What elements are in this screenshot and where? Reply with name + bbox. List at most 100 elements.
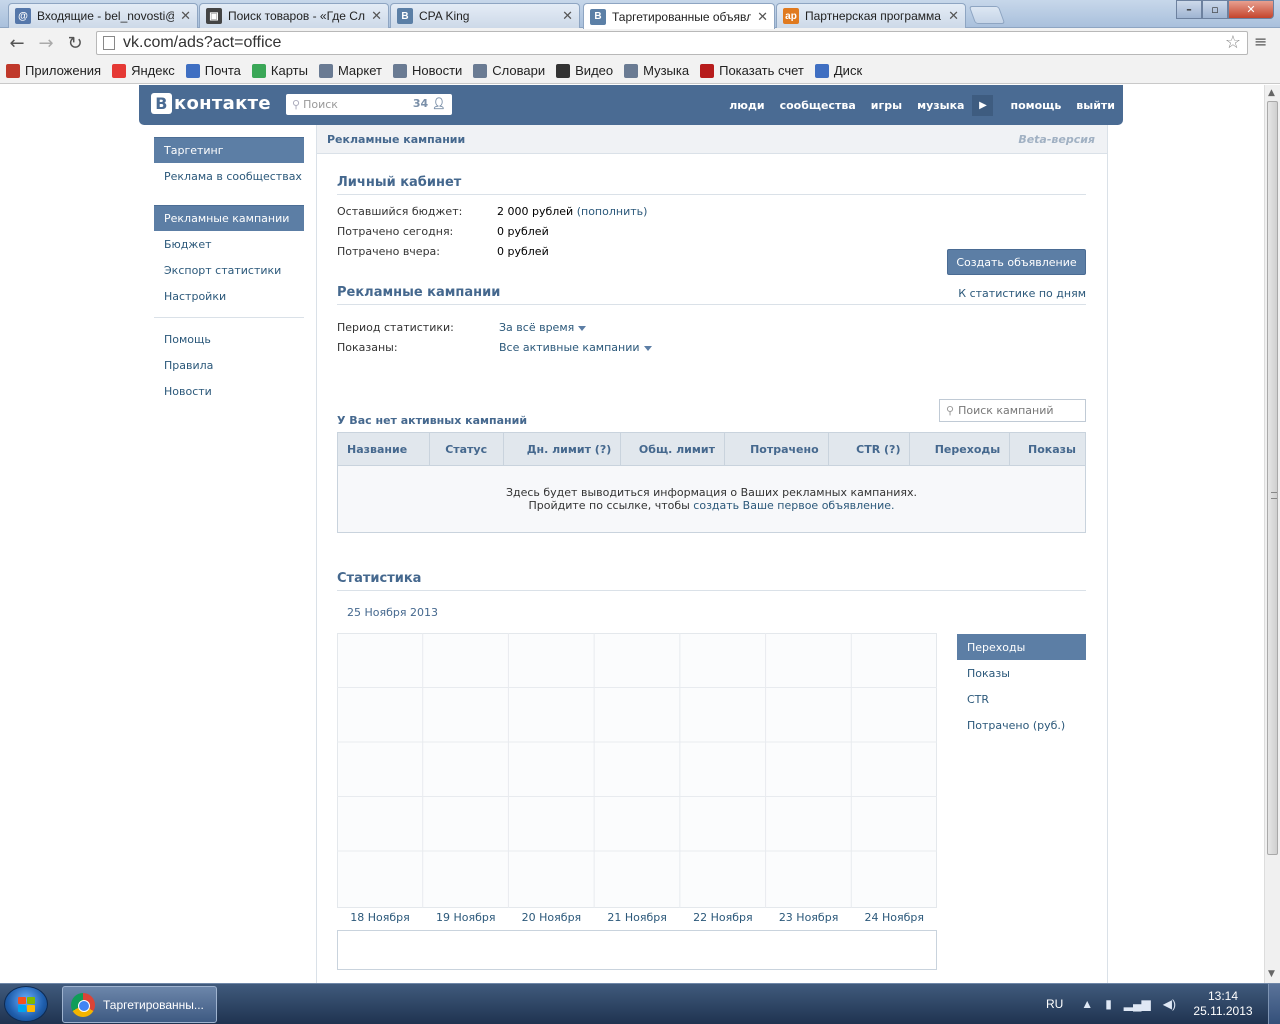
stats-metric-item[interactable]: Потрачено (руб.) [957, 712, 1086, 738]
campaign-search-input[interactable]: ⚲ Поиск кампаний [939, 399, 1086, 422]
period-dropdown[interactable]: За всё время [499, 321, 587, 334]
stats-by-day-link[interactable]: К статистике по дням [958, 287, 1086, 300]
no-campaigns-heading: У Вас нет активных кампаний [337, 414, 528, 427]
scrollbar-thumb [1267, 101, 1278, 855]
taskbar-chrome-window[interactable]: Таргетированны... [62, 986, 217, 1023]
bookmark-item[interactable]: Музыка [624, 63, 689, 78]
ads-main-panel: Рекламные кампании Beta-версия Личный ка… [316, 125, 1108, 983]
nav-music[interactable]: музыка [917, 99, 964, 112]
vk-logo-letter: В [151, 93, 172, 114]
stats-metric-item[interactable]: Переходы [957, 634, 1086, 660]
browser-tab[interactable]: B Таргетированные объявл ✕ [583, 3, 775, 29]
browser-tab[interactable]: ▣ Поиск товаров - «Где Сл ✕ [199, 3, 389, 28]
top-up-link[interactable]: (пополнить) [577, 205, 648, 218]
left-menu-item[interactable]: Рекламные кампании [154, 205, 304, 231]
webmoney-icon [700, 63, 715, 78]
left-menu-item[interactable]: Реклама в сообществах [154, 163, 304, 189]
browser-tab[interactable]: B CPA King ✕ [390, 3, 580, 28]
nav-communities[interactable]: сообщества [780, 99, 856, 112]
bookmark-item[interactable]: Карты [251, 63, 308, 78]
menu-divider [154, 317, 304, 318]
bookmark-item[interactable]: Показать счет [700, 63, 804, 78]
create-ad-button[interactable]: Создать объявление [947, 249, 1086, 275]
close-icon[interactable]: ✕ [371, 8, 382, 24]
clock[interactable]: 13:14 25.11.2013 [1188, 989, 1258, 1019]
stats-metric-item[interactable]: CTR [957, 686, 1086, 712]
signal-icon[interactable]: ▂▄▆ [1124, 997, 1151, 1011]
address-url: vk.com/ads?act=office [123, 34, 282, 51]
menu-wrench-icon[interactable]: ≡ [1254, 32, 1267, 51]
spent-today-label: Потрачено сегодня: [337, 225, 454, 238]
nav-people[interactable]: люди [729, 99, 764, 112]
volume-icon[interactable]: ◀) [1163, 997, 1176, 1011]
chart-x-tick-label: 19 Ноября [435, 911, 496, 924]
campaigns-table-header: Название Статус Дн. лимит (?) Общ. лимит Пот… [338, 433, 1085, 466]
left-menu-item[interactable]: Помощь [154, 326, 304, 352]
bookmark-label: Новости [411, 63, 463, 78]
stats-metric-menu: Переходы Показы CTR Потрачено (руб.) [957, 634, 1086, 738]
nav-logout[interactable]: выйти [1076, 99, 1115, 112]
stats-metric-item[interactable]: Показы [957, 660, 1086, 686]
shown-dropdown[interactable]: Все активные кампании [499, 341, 652, 354]
bookmark-label: Почта [204, 63, 241, 78]
language-indicator[interactable]: RU [1046, 997, 1063, 1011]
show-desktop-button[interactable] [1268, 984, 1280, 1024]
close-icon[interactable]: ✕ [562, 8, 573, 24]
bookmark-label: Видео [575, 63, 614, 78]
network-icon[interactable]: ▮ [1105, 997, 1112, 1011]
play-icon[interactable]: ▶ [972, 94, 994, 116]
table-column-header[interactable]: Показы [1010, 433, 1085, 466]
video-icon [556, 63, 571, 78]
table-column-header[interactable]: Общ. лимит [621, 433, 725, 466]
create-first-ad-link[interactable]: создать Ваше первое объявление. [693, 499, 894, 512]
vk-search-placeholder: Поиск [303, 98, 338, 111]
vk-icon: B [397, 8, 413, 24]
nav-help[interactable]: помощь [1010, 99, 1061, 112]
forward-icon[interactable]: → [35, 32, 57, 54]
left-menu-item[interactable]: Настройки [154, 283, 304, 309]
close-window-icon[interactable]: ✕ [1228, 0, 1274, 19]
browser-toolbar: ← → ↻ vk.com/ads?act=office ☆ [0, 28, 1280, 58]
start-button[interactable] [4, 986, 48, 1022]
bookmark-star-icon[interactable]: ☆ [1225, 32, 1241, 53]
bookmark-item[interactable]: Приложения [6, 63, 101, 78]
bookmark-item[interactable]: Новости [392, 63, 463, 78]
left-menu-item[interactable]: Бюджет [154, 231, 304, 257]
reload-icon[interactable]: ↻ [64, 32, 86, 54]
page-scrollbar[interactable]: ▲ ▼ [1264, 85, 1280, 983]
chart-range-selector[interactable] [337, 930, 937, 970]
table-column-header[interactable]: Статус [430, 433, 504, 466]
table-column-header[interactable]: CTR (?) [829, 433, 911, 466]
minimize-icon[interactable]: – [1176, 0, 1202, 19]
left-menu-item[interactable]: Правила [154, 352, 304, 378]
close-icon[interactable]: ✕ [180, 8, 191, 24]
table-column-header[interactable]: Дн. лимит (?) [504, 433, 622, 466]
table-column-header[interactable]: Название [338, 433, 430, 466]
bookmark-item[interactable]: Яндекс [112, 63, 175, 78]
maximize-icon[interactable]: ▫ [1202, 0, 1228, 19]
back-icon[interactable]: ← [6, 32, 28, 54]
left-menu-item[interactable]: Новости [154, 378, 304, 404]
browser-tab[interactable]: @ Входящие - bel_novosti@ ✕ [8, 3, 198, 28]
bookmark-item[interactable]: Видео [556, 63, 613, 78]
vk-logo[interactable]: В контакте [151, 93, 271, 114]
address-bar[interactable]: vk.com/ads?act=office ☆ [96, 31, 1248, 55]
left-menu-item[interactable]: Таргетинг [154, 137, 304, 163]
new-tab-button[interactable] [968, 6, 1006, 24]
main-top-title: Рекламные кампании [327, 132, 466, 146]
table-column-header[interactable]: Потрачено [725, 433, 829, 466]
chart-x-tick-label: 23 Ноября [778, 911, 839, 924]
bookmark-item[interactable]: Словари [473, 63, 545, 78]
close-icon[interactable]: ✕ [757, 9, 768, 25]
bookmark-item[interactable]: Маркет [318, 63, 382, 78]
browser-tab[interactable]: ap Партнерская программа ✕ [776, 3, 966, 28]
table-column-header[interactable]: Переходы [910, 433, 1011, 466]
stats-date[interactable]: 25 Ноября 2013 [347, 606, 438, 619]
tray-expand-icon[interactable]: ▲ [1081, 997, 1093, 1011]
left-menu-item[interactable]: Экспорт статистики [154, 257, 304, 283]
bookmark-item[interactable]: Почта [185, 63, 241, 78]
bookmark-item[interactable]: Диск [814, 63, 862, 78]
close-icon[interactable]: ✕ [948, 8, 959, 24]
vk-search-input[interactable]: ⚲ Поиск 34 👤︎ [286, 94, 452, 115]
nav-games[interactable]: игры [871, 99, 902, 112]
